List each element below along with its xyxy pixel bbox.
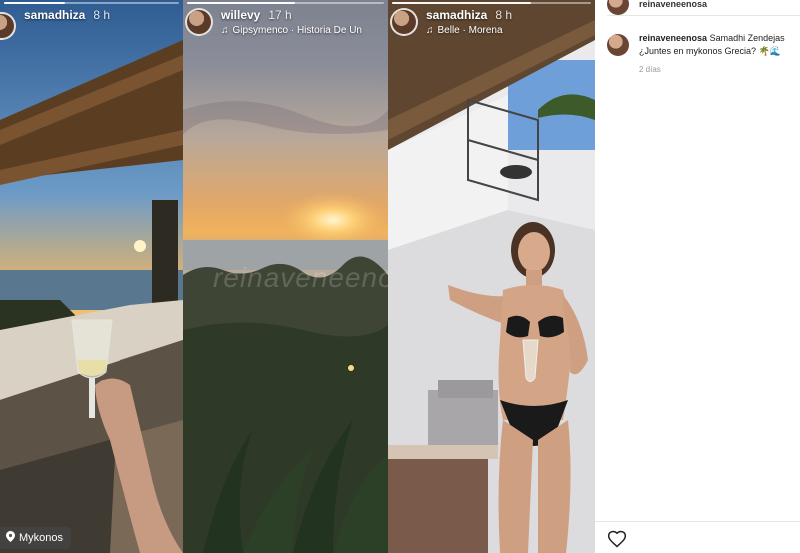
music-note-icon: ♫ <box>426 25 434 36</box>
comment-item: reinaveneenosa Samadhi Zendejas ¿Juntes … <box>607 32 800 76</box>
story-1-username[interactable]: samadhiza <box>24 8 85 22</box>
comment-age: 2 días <box>639 65 661 74</box>
avatar[interactable] <box>390 8 418 36</box>
story-2-username[interactable]: willevy <box>221 8 260 22</box>
location-sticker[interactable]: Mykonos <box>0 527 72 549</box>
post-username[interactable]: reinaveneenosa <box>639 0 707 9</box>
watermark-text: reinaveneenosa <box>213 262 388 293</box>
comments-sidebar: reinaveneenosa reinaveneenosa Samadhi Ze… <box>595 0 800 553</box>
music-track: Gipsymenco · Historia De Un <box>232 25 362 36</box>
story-3-music[interactable]: ♫ Belle · Morena <box>426 25 512 36</box>
story-panel-3[interactable]: samadhiza 8 h ♫ Belle · Morena <box>388 0 595 553</box>
location-pin-icon <box>6 531 15 545</box>
story-3-time: 8 h <box>495 8 513 22</box>
story-1-time: 8 h <box>93 8 111 22</box>
story-2-music[interactable]: ♫ Gipsymenco · Historia De Un <box>221 25 362 36</box>
avatar[interactable] <box>185 8 213 36</box>
music-note-icon: ♫ <box>221 25 229 36</box>
story-2-progress <box>187 2 384 4</box>
story-3-photo <box>388 0 595 553</box>
story-3-progress <box>392 2 591 4</box>
action-bar <box>595 521 800 553</box>
story-1-photo <box>0 0 183 553</box>
story-1-header: samadhiza 8 h <box>0 8 183 48</box>
story-1-progress <box>4 2 179 4</box>
avatar[interactable] <box>607 0 629 15</box>
music-track: Belle · Morena <box>437 25 503 36</box>
story-panel-2[interactable]: reinaveneenosa willevy 17 h ♫ Gipsymenco… <box>183 0 388 553</box>
story-3-header: samadhiza 8 h ♫ Belle · Morena <box>390 8 595 48</box>
story-3-username[interactable]: samadhiza <box>426 8 487 22</box>
avatar[interactable] <box>607 34 629 56</box>
avatar[interactable] <box>0 12 16 40</box>
heart-outline-icon[interactable] <box>607 529 627 549</box>
comment-username[interactable]: reinaveneenosa <box>639 33 707 43</box>
story-2-header: willevy 17 h ♫ Gipsymenco · Historia De … <box>185 8 388 48</box>
story-2-time: 17 h <box>268 8 292 22</box>
story-panel-1[interactable]: samadhiza 8 h Mykonos <box>0 0 183 553</box>
location-label: Mykonos <box>19 532 64 544</box>
post-header: reinaveneenosa <box>607 0 800 16</box>
